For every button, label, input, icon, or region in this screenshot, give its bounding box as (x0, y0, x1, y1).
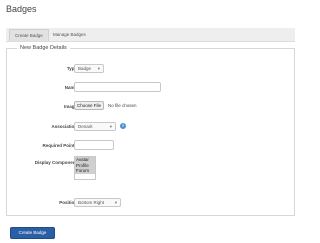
position-select[interactable]: Bottom Right ▾ (74, 198, 121, 207)
listbox-option-forum[interactable]: Forum (75, 168, 95, 174)
image-label: Image (63, 104, 77, 109)
tab-create-badge[interactable]: Create Badge (9, 29, 49, 41)
required-points-input[interactable] (74, 140, 114, 150)
file-status-text: No file chosen (108, 103, 137, 108)
association-select[interactable]: Denarit ▾ (74, 122, 116, 131)
type-select-value: Badge (78, 66, 92, 71)
tab-manage-badges[interactable]: Manage Badges (48, 29, 91, 41)
display-component-listbox[interactable]: Avatar Profile Forum (74, 156, 96, 180)
association-select-value: Denarit (78, 124, 93, 129)
question-circle-icon[interactable]: ? (120, 123, 126, 129)
display-component-label: Display Component (34, 160, 77, 165)
position-select-value: Bottom Right (78, 200, 105, 205)
name-label: Name (64, 85, 77, 90)
position-label: Position (59, 200, 77, 205)
choose-file-button[interactable]: Choose File (74, 101, 105, 110)
chevron-down-icon: ▾ (97, 66, 100, 71)
name-input[interactable] (74, 82, 161, 92)
chevron-down-icon: ▾ (114, 200, 117, 205)
chevron-down-icon: ▾ (109, 124, 112, 129)
association-label: Association (51, 124, 77, 129)
type-select[interactable]: Badge ▾ (74, 64, 104, 73)
required-points-label: Required Points (42, 143, 77, 148)
create-badge-button[interactable]: Create Badge (10, 227, 55, 239)
type-label: Type (66, 66, 77, 71)
fieldset-legend: New Badge Details (17, 45, 70, 51)
tab-bar: Create Badge Manage Badges (6, 28, 295, 42)
new-badge-fieldset: New Badge Details Type Badge ▾ Name Imag… (6, 45, 295, 216)
page-title: Badges (6, 4, 37, 14)
